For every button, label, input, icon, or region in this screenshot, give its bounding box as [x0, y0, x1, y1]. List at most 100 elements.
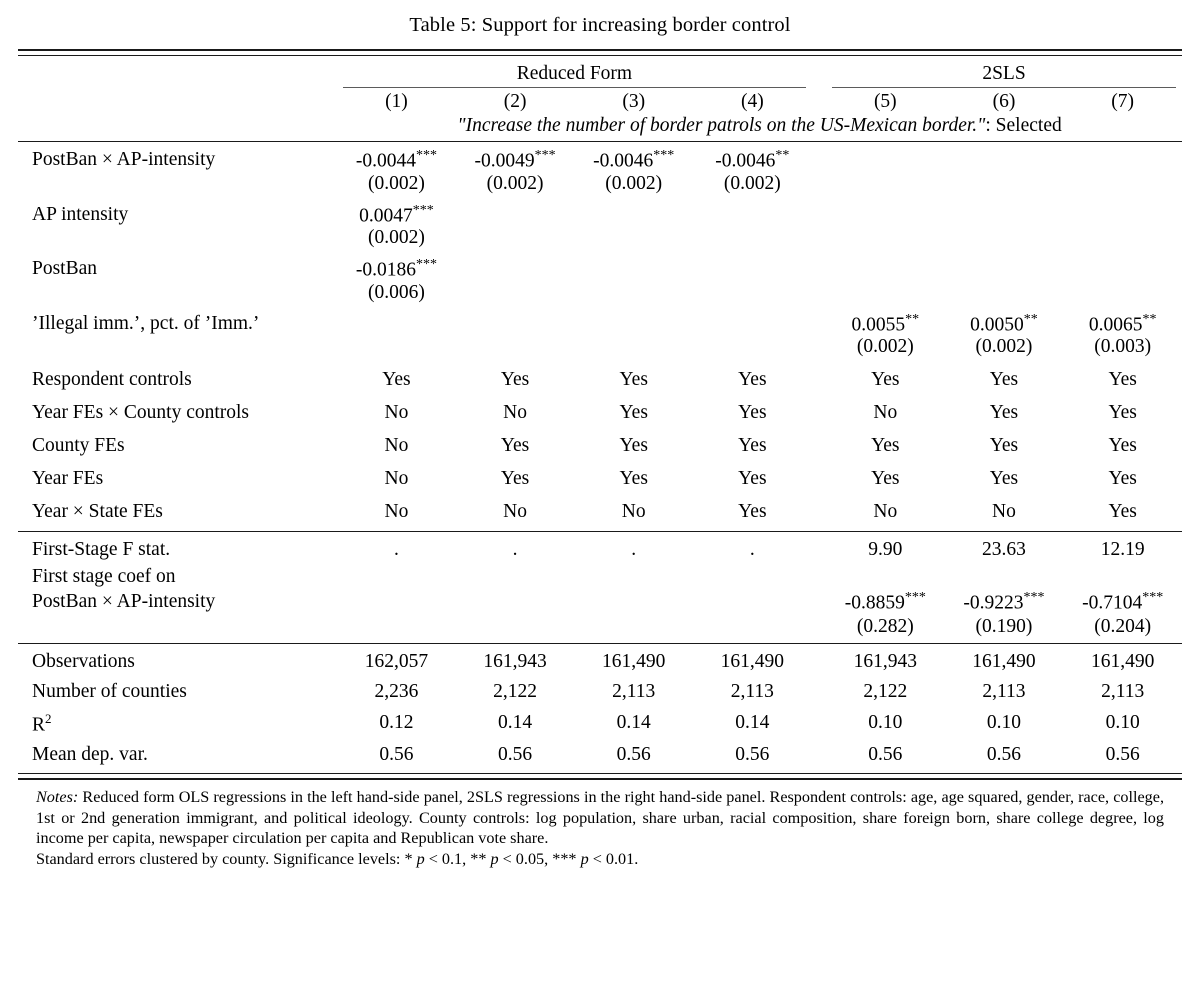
se-row-ap-intensity: (0.002)	[18, 227, 1182, 251]
coef-value: 0.0065	[1088, 314, 1143, 335]
yn-c4: Yes	[738, 500, 767, 522]
cty-c6: 2,113	[982, 680, 1026, 702]
yn-c3: Yes	[619, 467, 648, 489]
coef-row-ap-intensity: AP intensity 0.0047***	[18, 197, 1182, 228]
coef-c2: -0.0049***	[456, 142, 575, 173]
yn-c7: Yes	[1108, 500, 1137, 522]
obs-gap	[812, 647, 826, 677]
yn-c5: No	[873, 500, 898, 522]
dep-var-label: "Increase the number of border patrols o…	[337, 114, 1182, 142]
cty-c7: 2,113	[1101, 680, 1145, 702]
significance-stars: ***	[1023, 590, 1045, 605]
coef-c7	[1063, 142, 1182, 173]
coef-c1	[337, 306, 456, 337]
yn-c2: Yes	[500, 434, 530, 456]
se-c3	[574, 227, 693, 251]
table-page: Table 5: Support for increasing border c…	[0, 0, 1200, 995]
notes-body: Reduced form OLS regressions in the left…	[36, 788, 1164, 848]
coef-c7: 0.0065**	[1063, 306, 1182, 337]
se-c7	[1063, 173, 1182, 197]
coef-gap	[812, 306, 826, 337]
coef-c3: -0.0046***	[574, 142, 693, 173]
coef-c4	[693, 251, 812, 282]
cty-gap	[812, 677, 826, 707]
se-c3	[574, 336, 693, 360]
coef-gap	[812, 142, 826, 173]
r2-c1: 0.12	[379, 712, 414, 734]
yn-c7: Yes	[1108, 401, 1137, 423]
coef-gap	[812, 197, 826, 228]
yn-c3: Yes	[619, 434, 648, 456]
mdv-c1: 0.56	[379, 744, 414, 765]
panel-gap	[812, 56, 826, 87]
row-label-first-stage-coef-on: First stage coef on	[32, 566, 176, 587]
coef-value: -0.0046	[593, 150, 654, 172]
fsse-c2	[456, 616, 575, 640]
panel-header-row: Reduced Form 2SLS	[18, 56, 1182, 87]
row-label-r-squared: R2	[18, 707, 337, 741]
coef-value: -0.0046	[715, 150, 776, 172]
coef-c5: 0.0055**	[826, 306, 945, 337]
coef-c1: 0.0047***	[337, 197, 456, 228]
fscoef-gap	[812, 589, 826, 616]
se-row-label-spacer	[18, 282, 337, 306]
cty-c2: 2,122	[493, 680, 538, 702]
yn-c4: Yes	[738, 401, 767, 423]
row-label-text: Observations	[32, 650, 135, 672]
cty-c5: 2,122	[863, 680, 908, 702]
se-c1: (0.006)	[368, 281, 425, 303]
coef-value: 0.0050	[970, 314, 1024, 335]
row-label-respondent-controls: Respondent controls	[32, 368, 192, 390]
se-gap	[812, 336, 826, 360]
yn-c1: No	[384, 401, 409, 423]
row-label-postban-x-ap: PostBan × AP-intensity	[32, 149, 216, 171]
table-row-first-stage-f-stat: First-Stage F stat. . . . . 9.90 23.63 1…	[18, 535, 1182, 565]
fscoef-c2	[456, 589, 575, 616]
dep-var-spacer	[18, 114, 337, 142]
se-c2	[456, 336, 575, 360]
fstat-c2: .	[512, 539, 518, 560]
se-c6	[945, 227, 1064, 251]
se-row-postban: (0.006)	[18, 282, 1182, 306]
coef-row-illegal-imm-pct: ’Illegal imm.’, pct. of ’Imm.’ 0.0055** …	[18, 306, 1182, 337]
yn-gap	[812, 396, 826, 429]
row-label-mean-dep-var: Mean dep. var.	[18, 740, 337, 770]
r2-c2: 0.14	[498, 712, 533, 734]
yn-c1: No	[384, 500, 409, 522]
notes-main-paragraph: Notes: Reduced form OLS regressions in t…	[36, 787, 1164, 849]
coef-gap	[812, 251, 826, 282]
yn-c3: No	[621, 500, 646, 522]
yn-c3: Yes	[619, 401, 648, 423]
coef-c5	[826, 251, 945, 282]
column-number-5: (5)	[873, 91, 897, 112]
fstat-c3: .	[631, 539, 637, 560]
yn-c4: Yes	[738, 467, 767, 489]
yn-c2: Yes	[500, 368, 530, 390]
table-row-year-x-state-fes: Year × State FEs No No No Yes No No Yes	[18, 495, 1182, 528]
r2-c5: 0.10	[868, 712, 903, 734]
mdv-c4: 0.56	[735, 744, 770, 765]
significance-stars: ***	[1142, 590, 1164, 605]
row-label-year-fes: Year FEs	[32, 467, 104, 489]
fscoef-c5: -0.8859***	[826, 589, 945, 616]
table-row-county-fes: County FEs No Yes Yes Yes Yes Yes Yes	[18, 429, 1182, 462]
r2-gap	[812, 707, 826, 741]
row-label-text: R	[32, 714, 46, 735]
se-gap	[812, 173, 826, 197]
se-c1: (0.002)	[368, 172, 425, 194]
panel-header-spacer	[18, 56, 337, 87]
notes-lead: Notes:	[36, 788, 79, 806]
se-row-label-spacer	[18, 336, 337, 360]
yn-c2: No	[503, 500, 527, 522]
coef-c7	[1063, 197, 1182, 228]
notes-p-symbol-2: p	[490, 850, 499, 869]
coef-c3	[574, 251, 693, 282]
coef-c4	[693, 306, 812, 337]
fsse-c7: (0.204)	[1094, 615, 1152, 637]
coef-c4: -0.0046**	[693, 142, 812, 173]
fstat-c7: 12.19	[1100, 539, 1145, 560]
se-c4	[693, 227, 812, 251]
significance-stars: ***	[653, 148, 675, 163]
row-label-first-stage-f-stat: First-Stage F stat.	[32, 539, 171, 560]
regression-table-wrapper: Reduced Form 2SLS (1) (2) (3) (4) (5) (6…	[18, 49, 1182, 780]
